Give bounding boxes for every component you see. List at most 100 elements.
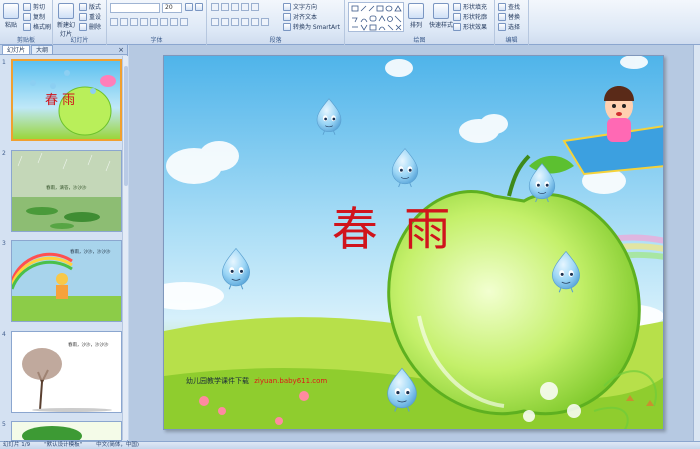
close-icon[interactable]: × <box>118 46 124 54</box>
increase-indent-icon[interactable] <box>241 3 249 11</box>
language-indicator[interactable]: 中文(简体，中国) <box>96 442 139 449</box>
shrink-font-icon <box>195 3 203 11</box>
pane-tabs: 幻灯片 大纲 × <box>0 45 127 55</box>
smartart-button[interactable]: 转换为 SmartArt <box>283 22 340 31</box>
delete-icon <box>79 22 87 31</box>
quick-styles-icon <box>433 3 449 19</box>
slide-footer: 幼儿园教学课件下载 ziyuan.baby611.com <box>186 376 327 386</box>
main-scrollbar[interactable] <box>693 45 700 441</box>
shadow-icon[interactable] <box>150 18 158 26</box>
bullets-icon[interactable] <box>211 3 219 11</box>
current-slide[interactable]: 春 雨 幼儿园教学课件下载 ziyuan.baby611.com <box>163 55 664 430</box>
new-slide-icon <box>58 3 74 19</box>
line-spacing-icon[interactable] <box>251 3 259 11</box>
copy-icon <box>23 12 31 21</box>
clipboard-label: 剪贴板 <box>16 37 35 44</box>
underline-icon[interactable] <box>130 18 138 26</box>
shrink-font-button[interactable] <box>195 3 203 11</box>
font-format-buttons[interactable] <box>110 18 190 28</box>
select-button[interactable]: 选择 <box>498 22 520 31</box>
shape-fill-button[interactable]: 形状填充 <box>453 2 487 11</box>
find-button[interactable]: 查找 <box>498 2 520 11</box>
layout-button[interactable]: 版式 <box>79 2 101 11</box>
cursor-icon <box>498 22 506 31</box>
thumbnail-3-text: 春雨，沙沙，沙沙沙 <box>70 250 111 255</box>
numbering-icon[interactable] <box>221 3 229 11</box>
arrange-button[interactable]: 排列 <box>408 3 424 29</box>
slide-thumbnail-1[interactable]: 春 雨 <box>11 59 122 141</box>
slide-number: 4 <box>2 331 6 338</box>
paragraph-label: 段落 <box>269 37 282 44</box>
slide-thumbnail-3[interactable]: 春雨，沙沙，沙沙沙 <box>11 240 122 322</box>
thumbnail-1-title: 春 雨 <box>45 93 76 108</box>
text-direction-icon <box>283 2 291 11</box>
replace-button[interactable]: 替换 <box>498 12 520 21</box>
clipboard-group: 粘贴 剪切 复制 格式刷 剪贴板 <box>0 0 53 45</box>
change-case-icon[interactable] <box>170 18 178 26</box>
grow-font-button[interactable] <box>185 3 193 11</box>
thumbnail-2-text: 春雨，滴答，沙沙沙 <box>46 186 87 191</box>
align-right-icon[interactable] <box>231 18 239 26</box>
slides-group: 新建幻灯片 版式 重设 删除 幻灯片 <box>53 0 107 45</box>
slide-title[interactable]: 春 雨 <box>314 201 474 257</box>
slide-number: 1 <box>2 59 6 66</box>
align-center-icon[interactable] <box>221 18 229 26</box>
thumbnail-2-image <box>12 151 121 231</box>
replace-icon <box>498 12 506 21</box>
align-text-icon <box>283 12 291 21</box>
tab-outline[interactable]: 大纲 <box>31 45 54 54</box>
slide-thumbnail-4[interactable]: 春雨，沙沙，沙沙沙 <box>11 331 122 413</box>
footer-url[interactable]: ziyuan.baby611.com <box>254 377 327 385</box>
slide-number: 5 <box>2 421 6 428</box>
text-direction-button[interactable]: 文字方向 <box>283 2 317 11</box>
decrease-indent-icon[interactable] <box>231 3 239 11</box>
copy-button[interactable]: 复制 <box>23 12 45 21</box>
powerpoint-window: 粘贴 剪切 复制 格式刷 剪贴板 新建幻灯片 版式 重设 删除 幻灯片 20 字… <box>0 0 700 449</box>
align-text-button[interactable]: 对齐文本 <box>283 12 317 21</box>
paste-button[interactable]: 粘贴 <box>3 3 19 29</box>
slide-thumbnail-2[interactable]: 春雨，滴答，沙沙沙 <box>11 150 122 232</box>
grow-font-icon <box>185 3 193 11</box>
italic-icon[interactable] <box>120 18 128 26</box>
strikethrough-icon[interactable] <box>140 18 148 26</box>
outline-pen-icon <box>453 12 461 21</box>
char-spacing-icon[interactable] <box>160 18 168 26</box>
shape-outline-button[interactable]: 形状轮廓 <box>453 12 487 21</box>
drawing-label: 绘图 <box>413 37 426 44</box>
slide-number: 3 <box>2 240 6 247</box>
slide-number: 2 <box>2 150 6 157</box>
smartart-icon <box>283 22 291 31</box>
font-name-combo[interactable] <box>110 3 160 13</box>
slide-indicator: 幻灯片 1/9 <box>3 442 31 448</box>
status-bar: 幻灯片 1/9 "默认设计模板" 中文(简体，中国) <box>0 441 700 449</box>
reset-button[interactable]: 重设 <box>79 12 101 21</box>
list-buttons[interactable] <box>211 3 261 13</box>
cut-button[interactable]: 剪切 <box>23 2 45 11</box>
layout-icon <box>79 2 87 11</box>
paste-icon <box>3 3 19 19</box>
delete-slide-button[interactable]: 删除 <box>79 22 101 31</box>
footer-text: 幼儿园教学课件下载 <box>186 377 249 385</box>
format-painter-button[interactable]: 格式刷 <box>23 22 51 31</box>
paragraph-group: 文字方向 对齐文本 转换为 SmartArt 段落 <box>207 0 345 45</box>
font-color-icon[interactable] <box>180 18 188 26</box>
shape-effects-button[interactable]: 形状效果 <box>453 22 487 31</box>
bold-icon[interactable] <box>110 18 118 26</box>
slide-thumbnail-5[interactable] <box>11 421 122 441</box>
shapes-gallery[interactable] <box>348 2 404 32</box>
align-buttons[interactable] <box>211 18 271 28</box>
thumbnail-scrollbar[interactable] <box>122 56 128 440</box>
scissors-icon <box>23 2 31 11</box>
tab-slides[interactable]: 幻灯片 <box>2 45 31 54</box>
font-group: 20 字体 <box>107 0 207 45</box>
binoculars-icon <box>498 2 506 11</box>
slides-label: 幻灯片 <box>70 37 89 44</box>
distribute-icon[interactable] <box>251 18 259 26</box>
columns-icon[interactable] <box>261 18 269 26</box>
font-size-combo[interactable]: 20 <box>162 3 182 13</box>
scroll-thumb[interactable] <box>124 66 128 186</box>
new-slide-button[interactable]: 新建幻灯片 <box>56 3 76 38</box>
align-left-icon[interactable] <box>211 18 219 26</box>
quick-styles-button[interactable]: 快速样式 <box>429 3 453 29</box>
justify-icon[interactable] <box>241 18 249 26</box>
